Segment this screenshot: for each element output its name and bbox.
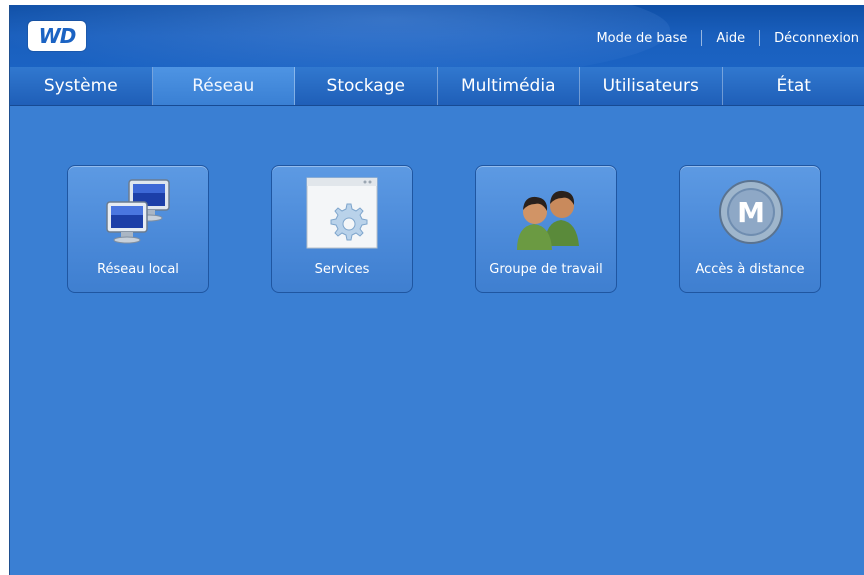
logout-link[interactable]: Déconnexion [760, 31, 864, 46]
tile-services[interactable]: Services [271, 165, 413, 293]
logo-text: WD [38, 24, 77, 48]
tile-workgroup[interactable]: Groupe de travail [475, 165, 617, 293]
remote-access-m-icon: M [711, 172, 791, 252]
basic-mode-link[interactable]: Mode de base [582, 31, 701, 46]
tab-status[interactable]: État [722, 67, 864, 105]
tile-local-network[interactable]: Réseau local [67, 165, 209, 293]
app-window: WD Mode de base Aide Déconnexion Système… [9, 5, 864, 575]
tab-users[interactable]: Utilisateurs [580, 67, 723, 105]
top-links: Mode de base Aide Déconnexion [582, 29, 864, 47]
tab-multimedia[interactable]: Multimédia [437, 67, 580, 105]
workgroup-users-icon [507, 172, 587, 252]
help-link[interactable]: Aide [702, 31, 759, 46]
services-gear-window-icon [303, 172, 383, 252]
network-computers-icon [99, 172, 179, 252]
header-bar: WD Mode de base Aide Déconnexion [10, 5, 864, 67]
tile-remote-access[interactable]: M Accès à distance [679, 165, 821, 293]
tile-label: Réseau local [97, 262, 179, 277]
main-tabs: Système Réseau Stockage Multimédia Utili… [10, 67, 864, 106]
wd-logo: WD [28, 21, 86, 51]
content-area: Réseau local Services Groupe de travail … [10, 106, 864, 575]
tab-storage[interactable]: Stockage [295, 67, 438, 105]
tile-label: Services [314, 262, 370, 277]
tile-label: Groupe de travail [489, 262, 603, 277]
header-decoration [10, 5, 670, 67]
tab-network[interactable]: Réseau [152, 67, 295, 105]
svg-text:M: M [737, 196, 765, 229]
tile-label: Accès à distance [695, 262, 805, 277]
tab-system[interactable]: Système [10, 67, 153, 105]
